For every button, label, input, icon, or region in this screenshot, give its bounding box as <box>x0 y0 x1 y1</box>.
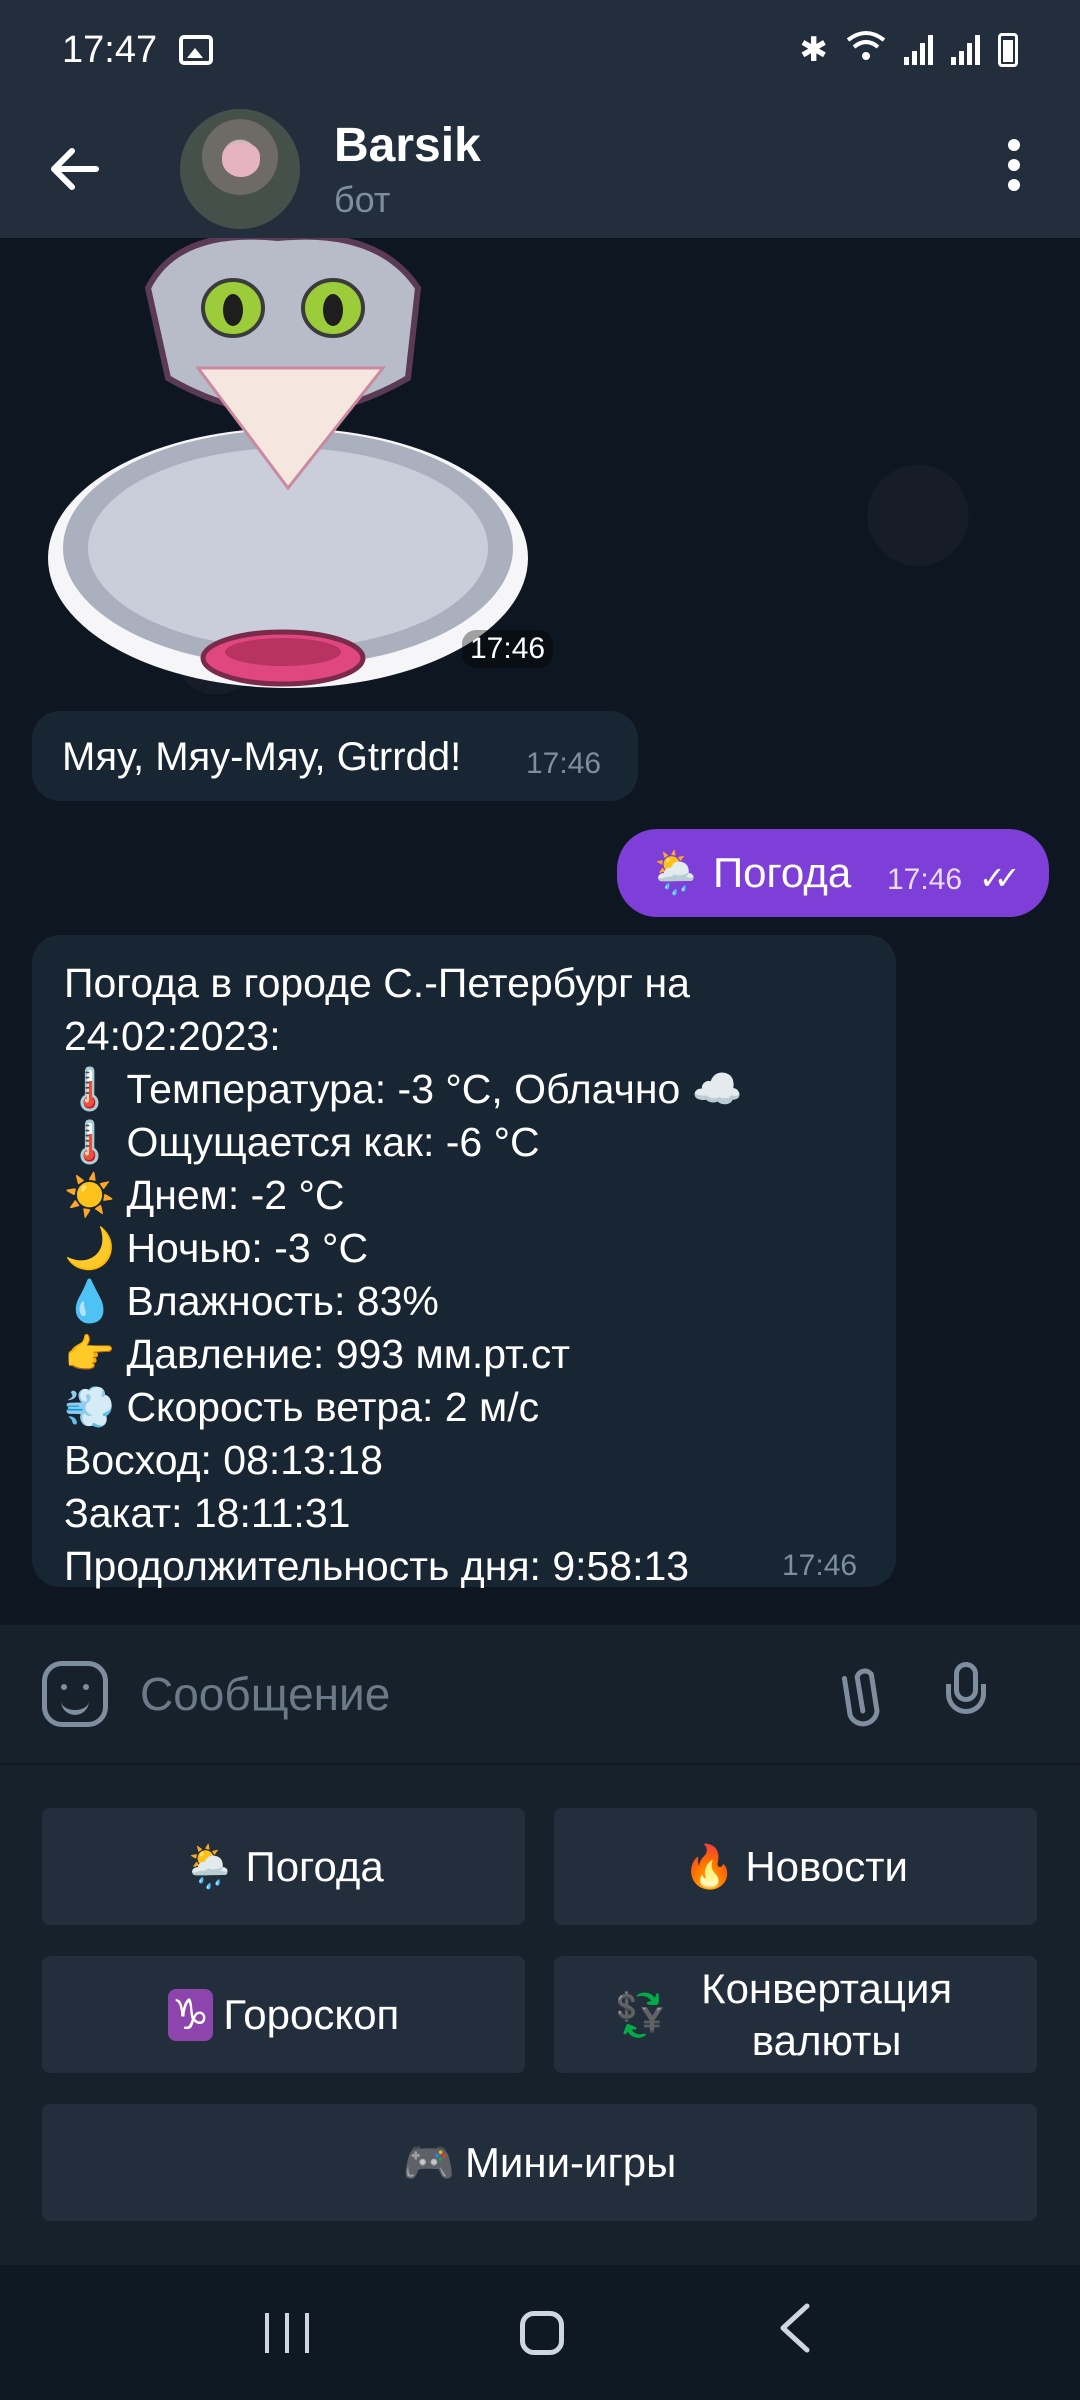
weather-line: 🌙 Ночью: -3 °С <box>64 1225 369 1271</box>
sticker-icon[interactable] <box>42 1661 108 1727</box>
keyboard-button-weather[interactable]: 🌦️ Погода <box>42 1808 525 1925</box>
outgoing-message[interactable]: 🌦️ Погода 17:46 ✓✓ <box>617 829 1049 917</box>
weather-line: Восход: 08:13:18 <box>64 1437 383 1483</box>
button-label: Гороскоп <box>223 1990 400 2038</box>
avatar[interactable] <box>180 109 300 229</box>
message-input[interactable] <box>140 1654 830 1734</box>
gallery-icon <box>179 35 214 65</box>
status-time: 17:47 <box>62 28 158 71</box>
signal-icon <box>951 35 980 65</box>
back-button[interactable] <box>46 139 106 199</box>
message-time: 17:46 <box>526 747 602 780</box>
message-text: Мяу, Мяу-Мяу, Gtrrdd! <box>62 735 462 779</box>
attach-icon[interactable] <box>818 1652 903 1737</box>
capricorn-emoji: ♑ <box>167 1988 214 2041</box>
status-icons: ✱ <box>799 30 1018 71</box>
incoming-message[interactable]: Мяу, Мяу-Мяу, Gtrrdd! 17:46 <box>32 711 638 801</box>
currency-exchange-emoji: 💱 <box>614 1990 667 2038</box>
weather-line: ☀️ Днем: -2 °С <box>64 1172 345 1218</box>
home-button[interactable] <box>519 2310 564 2355</box>
more-menu-button[interactable] <box>1004 137 1024 202</box>
signal-icon <box>904 35 933 65</box>
bluetooth-icon: ✱ <box>799 31 829 69</box>
system-back-button[interactable] <box>775 2300 815 2366</box>
weather-line: 🌡️ Ощущается как: -6 °С <box>64 1119 540 1165</box>
mic-icon[interactable] <box>946 1662 986 1726</box>
keyboard-button-games[interactable]: 🎮 Мини-игры <box>42 2104 1037 2221</box>
recent-apps-button[interactable] <box>265 2312 310 2353</box>
weather-line: 👉 Давление: 993 мм.рт.ст <box>64 1331 571 1377</box>
message-input-bar <box>0 1625 1080 1763</box>
weather-line: 💧 Влажность: 83% <box>64 1278 439 1324</box>
system-nav-bar <box>0 2265 1080 2400</box>
weather-emoji: 🌦️ <box>183 1842 236 1890</box>
sticker-time: 17:46 <box>462 630 554 668</box>
cat-sticker[interactable] <box>38 238 538 688</box>
gamepad-emoji: 🎮 <box>402 2138 455 2186</box>
weather-emoji: 🌦️ <box>649 849 702 896</box>
double-check-icon: ✓✓ <box>979 860 1020 896</box>
weather-line: 💨 Скорость ветра: 2 м/с <box>64 1384 540 1430</box>
bot-keyboard: 🌦️ Погода 🔥 Новости ♑ Гороскоп 💱 Конверт… <box>0 1763 1080 2265</box>
keyboard-button-news[interactable]: 🔥 Новости <box>554 1808 1037 1925</box>
chat-subtitle: бот <box>334 178 391 220</box>
button-label: Новости <box>745 1842 908 1890</box>
weather-line: 🌡️ Температура: -3 °С, Облачно ☁️ <box>64 1066 743 1112</box>
weather-line: 24:02:2023: <box>64 1013 281 1059</box>
wifi-icon <box>846 30 886 71</box>
keyboard-button-currency[interactable]: 💱 Конвертация валюты <box>554 1956 1037 2073</box>
message-time: 17:46 <box>782 1549 858 1582</box>
battery-icon <box>998 33 1018 67</box>
weather-report-message[interactable]: Погода в городе С.-Петербург на 24:02:20… <box>32 935 896 1589</box>
chat-title-block[interactable]: Barsik бот <box>334 118 481 221</box>
status-bar: 17:47 ✱ <box>0 0 1080 100</box>
weather-line: Погода в городе С.-Петербург на <box>64 960 690 1006</box>
weather-line: Закат: 18:11:31 <box>64 1490 351 1536</box>
keyboard-button-horoscope[interactable]: ♑ Гороскоп <box>42 1956 525 2073</box>
message-text: Погода <box>712 849 852 896</box>
button-label: Мини-игры <box>464 2138 677 2186</box>
button-label: Погода <box>245 1842 384 1890</box>
chat-header: Barsik бот <box>0 100 1080 238</box>
more-vertical-icon <box>1008 138 1020 191</box>
chat-area[interactable]: 17:46 Мяу, Мяу-Мяу, Gtrrdd! 17:46 🌦️ Пог… <box>0 238 1080 1625</box>
fire-emoji: 🔥 <box>683 1842 736 1890</box>
message-time: 17:46 <box>887 863 963 896</box>
arrow-left-icon <box>51 148 99 190</box>
weather-line: Продолжительность дня: 9:58:13 <box>64 1543 690 1589</box>
chat-title: Barsik <box>334 118 481 172</box>
button-label: Конвертация валюты <box>701 1964 953 2064</box>
